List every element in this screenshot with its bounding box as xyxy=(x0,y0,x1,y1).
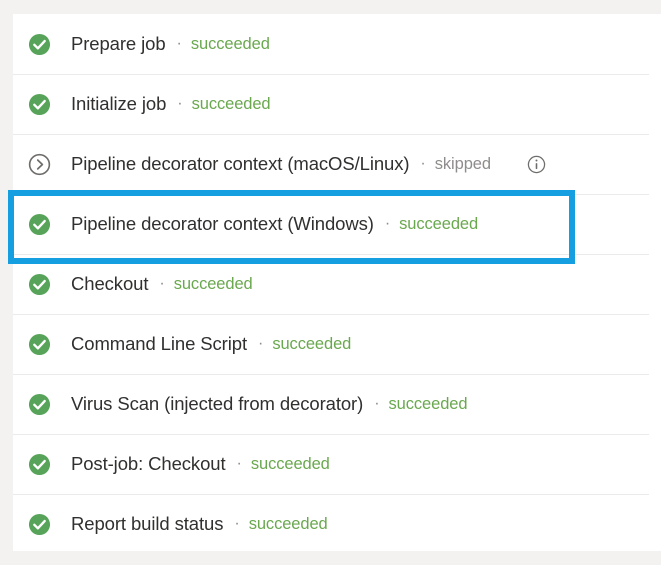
step-name: Post-job: Checkout xyxy=(71,453,226,475)
step-name: Initialize job xyxy=(71,93,166,115)
step-status-succeeded: succeeded xyxy=(192,95,271,114)
step-name: Command Line Script xyxy=(71,333,247,355)
step-status-succeeded: succeeded xyxy=(399,215,478,234)
step-separator: · xyxy=(177,95,182,113)
step-name: Pipeline decorator context (macOS/Linux) xyxy=(71,153,409,175)
step-separator: · xyxy=(420,155,425,173)
step-name: Pipeline decorator context (Windows) xyxy=(71,213,374,235)
step-status-succeeded: succeeded xyxy=(191,35,270,54)
check-circle-filled-icon xyxy=(28,453,51,476)
check-circle-filled-icon xyxy=(28,513,51,536)
step-name: Virus Scan (injected from decorator) xyxy=(71,393,363,415)
step-row[interactable]: Checkout · succeeded xyxy=(13,254,661,314)
step-row[interactable]: Post-job: Checkout · succeeded xyxy=(13,434,661,494)
check-circle-filled-icon xyxy=(28,93,51,116)
check-circle-filled-icon xyxy=(28,273,51,296)
step-status-succeeded: succeeded xyxy=(389,395,468,414)
step-row[interactable]: Command Line Script · succeeded xyxy=(13,314,661,374)
step-status-succeeded: succeeded xyxy=(251,455,330,474)
step-separator: · xyxy=(234,515,239,533)
check-circle-filled-icon xyxy=(28,213,51,236)
step-separator: · xyxy=(237,455,242,473)
step-separator: · xyxy=(374,395,379,413)
step-separator: · xyxy=(258,335,263,353)
pipeline-steps-list: Prepare job · succeeded Initialize job · succ… xyxy=(13,14,661,551)
step-row[interactable]: Initialize job · succeeded xyxy=(13,74,661,134)
step-status-skipped: skipped xyxy=(435,155,491,174)
step-row[interactable]: Pipeline decorator context (Windows) · suc… xyxy=(13,194,661,254)
step-name: Prepare job xyxy=(71,33,166,55)
step-status-succeeded: succeeded xyxy=(272,335,351,354)
chevron-right-circle-icon[interactable] xyxy=(28,153,51,176)
check-circle-filled-icon xyxy=(28,333,51,356)
step-separator: · xyxy=(385,215,390,233)
step-separator: · xyxy=(159,275,164,293)
info-circle-icon[interactable] xyxy=(527,155,546,174)
step-name: Report build status xyxy=(71,513,223,535)
step-status-succeeded: succeeded xyxy=(174,275,253,294)
step-separator: · xyxy=(177,35,182,53)
step-row[interactable]: Report build status · succeeded xyxy=(13,494,661,551)
step-row[interactable]: Pipeline decorator context (macOS/Linux)… xyxy=(13,134,661,194)
check-circle-filled-icon xyxy=(28,393,51,416)
step-name: Checkout xyxy=(71,273,148,295)
check-circle-filled-icon xyxy=(28,33,51,56)
step-status-succeeded: succeeded xyxy=(249,515,328,534)
step-row[interactable]: Prepare job · succeeded xyxy=(13,14,661,74)
step-row[interactable]: Virus Scan (injected from decorator) · suc… xyxy=(13,374,661,434)
